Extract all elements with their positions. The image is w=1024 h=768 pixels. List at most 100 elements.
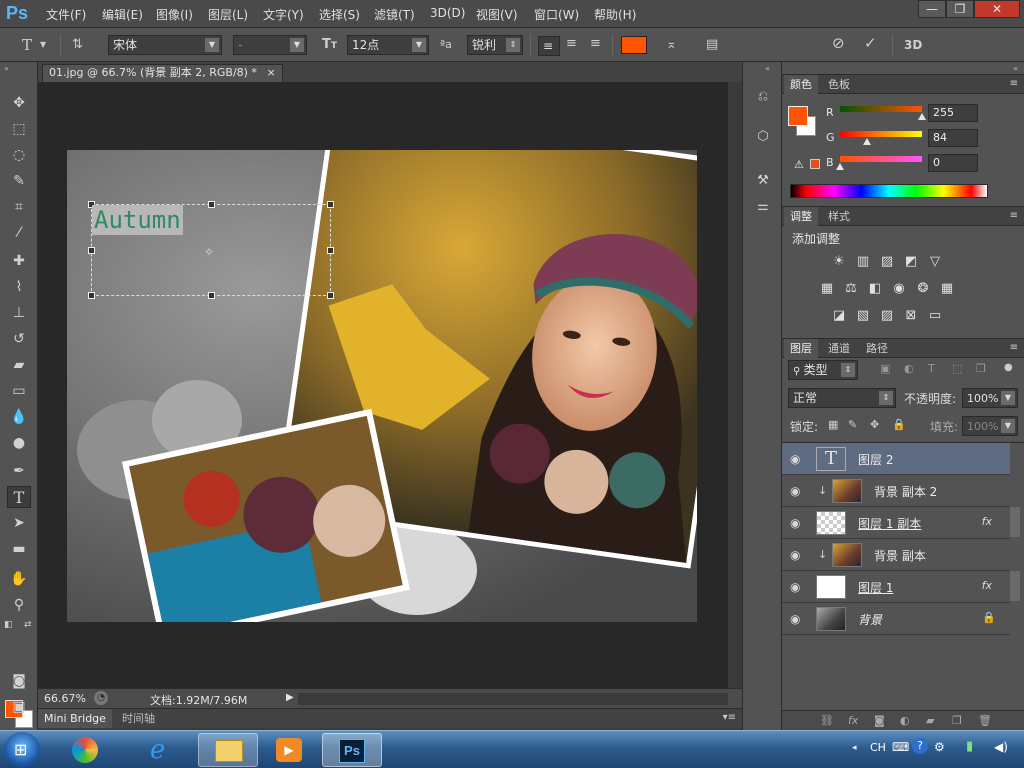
text-layer-content[interactable]: Autumn (92, 205, 183, 235)
brush-tool-icon[interactable]: ⌇ (7, 276, 31, 298)
layer-name[interactable]: 图层 1 副本 (858, 515, 921, 532)
menu-window[interactable]: 窗口(W) (534, 6, 579, 23)
type-tool-icon[interactable]: T (7, 486, 31, 508)
zoom-tool-icon[interactable]: ⚲ (7, 594, 31, 616)
layer-name[interactable]: 背景 (858, 611, 882, 628)
character-panel-icon[interactable]: ▤ (706, 37, 718, 53)
history-brush-tool-icon[interactable]: ↺ (7, 328, 31, 350)
antialias-select[interactable]: 锐利 ⇕ (467, 35, 523, 55)
document-canvas[interactable]: ✧ Autumn (67, 150, 697, 622)
filter-adjustment-icon[interactable]: ◐ (904, 362, 914, 375)
horizontal-scrollbar[interactable] (298, 693, 728, 705)
menu-type[interactable]: 文字(Y) (263, 6, 304, 23)
new-group-icon[interactable]: ▰ (926, 714, 934, 727)
keyboard-icon[interactable]: ⌨ (892, 740, 909, 754)
dodge-tool-icon[interactable]: ● (7, 432, 31, 454)
swap-colors-icon[interactable]: ⇄ (24, 620, 32, 630)
levels-icon[interactable]: ▥ (854, 254, 872, 270)
minimize-button[interactable]: — (918, 0, 946, 18)
threshold-icon[interactable]: ▨ (878, 308, 896, 324)
color-lookup-icon[interactable]: ▦ (938, 281, 956, 297)
warp-text-icon[interactable]: ⌅ (666, 37, 677, 53)
layer-row[interactable]: ◉ 图层 1 fx (782, 571, 1010, 603)
opacity-field[interactable]: 100% ▼ (962, 388, 1018, 408)
exposure-icon[interactable]: ◩ (902, 254, 920, 270)
font-size-select[interactable]: 12点 ▼ (347, 35, 429, 55)
menu-help[interactable]: 帮助(H) (594, 6, 636, 23)
visibility-eye-icon[interactable]: ◉ (790, 452, 800, 466)
filter-pixel-icon[interactable]: ▣ (880, 362, 890, 375)
delete-layer-icon[interactable]: 🗑 (978, 714, 992, 727)
3d-panel-icon[interactable]: ⬡ (751, 126, 775, 148)
document-tab[interactable]: 01.jpg @ 66.7% (背景 副本 2, RGB/8) * × (42, 64, 283, 82)
taskbar-app-button[interactable] (58, 733, 118, 767)
tab-mini-bridge[interactable]: Mini Bridge (38, 709, 112, 728)
transform-handle[interactable] (327, 201, 334, 208)
align-left-button[interactable]: ≡ (538, 36, 560, 56)
red-slider[interactable] (840, 106, 922, 112)
hand-tool-icon[interactable]: ✋ (7, 568, 31, 590)
layer-row[interactable]: ◉ ↓ 背景 副本 (782, 539, 1010, 571)
taskbar-app-button[interactable] (198, 733, 258, 767)
lock-transparent-icon[interactable]: ▦ (828, 418, 838, 431)
menu-layer[interactable]: 图层(L) (208, 6, 248, 23)
lasso-tool-icon[interactable]: ◌ (7, 144, 31, 166)
path-selection-tool-icon[interactable]: ➤ (7, 512, 31, 534)
selective-color-icon[interactable]: ⊠ (902, 308, 920, 324)
help-icon[interactable]: ? (912, 738, 928, 754)
tab-paths[interactable]: 路径 (860, 339, 894, 358)
settings-icon[interactable]: ⚙ (934, 740, 945, 754)
blur-tool-icon[interactable]: 💧 (7, 406, 31, 428)
blue-slider-thumb[interactable] (836, 163, 844, 170)
color-balance-icon[interactable]: ⚖ (842, 281, 860, 297)
clone-stamp-tool-icon[interactable]: ⊥ (7, 302, 31, 324)
marquee-tool-icon[interactable]: ⬚ (7, 118, 31, 140)
transform-handle[interactable] (88, 247, 95, 254)
visibility-eye-icon[interactable]: ◉ (790, 516, 800, 530)
black-white-icon[interactable]: ◧ (866, 281, 884, 297)
align-right-icon[interactable]: ≡ (590, 36, 601, 52)
hue-saturation-icon[interactable]: ▦ (818, 281, 836, 297)
invert-icon[interactable]: ◪ (830, 308, 848, 324)
tab-layers[interactable]: 图层 (784, 339, 818, 358)
taskbar-app-button[interactable]: ▶ (260, 733, 320, 767)
lock-position-icon[interactable]: ✥ (870, 418, 879, 431)
panel-menu-icon[interactable]: ▾≡ (723, 712, 736, 723)
zoom-level[interactable]: 66.67% (44, 692, 86, 705)
quick-select-tool-icon[interactable]: ✎ (7, 170, 31, 192)
new-adjustment-layer-icon[interactable]: ◐ (900, 714, 910, 727)
move-tool-icon[interactable]: ✥ (7, 92, 31, 114)
close-tab-icon[interactable]: × (266, 66, 275, 79)
blue-slider[interactable] (840, 156, 922, 162)
menu-filter[interactable]: 滤镜(T) (374, 6, 415, 23)
filter-smart-object-icon[interactable]: ❐ (976, 362, 986, 375)
out-of-gamut-warning-icon[interactable]: ⚠ (794, 158, 804, 171)
transform-handle[interactable] (88, 292, 95, 299)
text-bounding-box[interactable]: ✧ Autumn (88, 201, 334, 299)
link-layers-icon[interactable]: ⛓ (820, 714, 834, 727)
color-panel-foreground-swatch[interactable] (788, 106, 808, 126)
tab-channels[interactable]: 通道 (822, 339, 856, 358)
lock-image-icon[interactable]: ✎ (848, 418, 857, 431)
menu-file[interactable]: 文件(F) (46, 6, 86, 23)
tab-styles[interactable]: 样式 (822, 207, 856, 226)
layer-effects-icon[interactable]: fx (982, 515, 992, 528)
tool-presets-icon[interactable]: ⚒ (751, 170, 775, 192)
show-hidden-icons-icon[interactable]: ◂ (852, 743, 857, 753)
healing-brush-tool-icon[interactable]: ✚ (7, 250, 31, 272)
green-slider[interactable] (840, 131, 922, 137)
brush-presets-icon[interactable]: ⚌ (751, 196, 775, 218)
start-button[interactable]: ⊞ (4, 732, 40, 768)
curves-icon[interactable]: ▨ (878, 254, 896, 270)
filter-shape-icon[interactable]: ⬚ (952, 362, 962, 375)
toggle-orientation-icon[interactable]: ⇅ (72, 37, 83, 53)
menu-select[interactable]: 选择(S) (319, 6, 360, 23)
effects-expand-arrow[interactable] (1010, 571, 1020, 601)
battery-icon[interactable]: ▮ (966, 739, 973, 754)
gamut-color-swatch[interactable] (810, 159, 820, 169)
history-panel-icon[interactable]: ⎌ (751, 86, 775, 108)
filter-type-icon[interactable]: T (928, 362, 935, 375)
add-mask-icon[interactable]: ◙ (874, 714, 885, 727)
posterize-icon[interactable]: ▧ (854, 308, 872, 324)
vibrance-icon[interactable]: ▽ (926, 254, 944, 270)
